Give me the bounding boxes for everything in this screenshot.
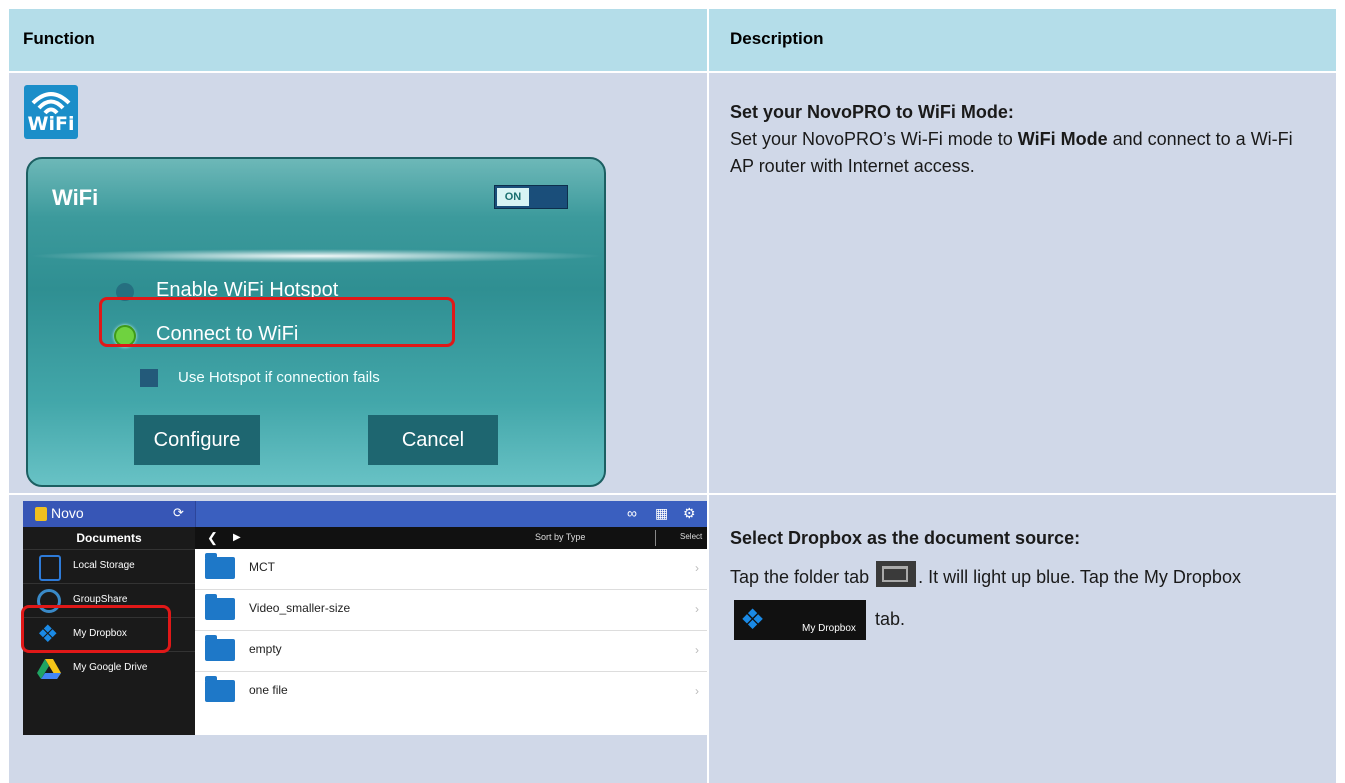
folder-icon — [205, 594, 235, 620]
list-item[interactable]: one file › — [195, 672, 709, 712]
file-name: Video_smaller-size — [249, 601, 351, 615]
sort-button[interactable]: Sort by Type — [535, 532, 585, 542]
file-name: empty — [249, 642, 282, 656]
description-title: Select Dropbox as the document source: — [730, 528, 1081, 548]
folder-icon — [205, 635, 235, 661]
browser-toolbar: ❮ ▶ Sort by Type Select — [195, 527, 709, 549]
description-text: Set your NovoPRO’s Wi-Fi mode to — [730, 129, 1018, 149]
wifi-icon-label: WiFi — [27, 113, 75, 135]
list-item[interactable]: Video_smaller-size › — [195, 590, 709, 631]
file-list: MCT › Video_smaller-size › empty › one f… — [195, 549, 709, 735]
table-row: Novo ⟳ ∞ ▦ ⚙ Documents Local Storage Gro… — [9, 495, 1336, 783]
chevron-right-icon: › — [695, 602, 699, 616]
sidebar-item-local-storage[interactable]: Local Storage — [23, 549, 195, 584]
chevron-right-icon: › — [695, 643, 699, 657]
dropbox-icon: ❖ — [740, 604, 766, 636]
dropbox-tab-label: My Dropbox — [802, 623, 856, 635]
back-icon[interactable]: ❮ — [207, 530, 218, 546]
table-row: WiFi WiFi ON Enable WiFi Hotspot Connect… — [9, 73, 1336, 493]
novo-logo-icon — [35, 507, 47, 521]
highlight-box — [99, 297, 455, 347]
header-description: Description — [730, 29, 824, 48]
column-divider — [707, 9, 709, 783]
select-button[interactable]: Select — [680, 532, 702, 541]
app-header: Novo ⟳ — [23, 501, 196, 527]
file-name: one file — [249, 683, 288, 697]
list-item[interactable]: empty › — [195, 631, 709, 672]
grid-icon[interactable]: ▦ — [655, 505, 668, 522]
link-icon[interactable]: ∞ — [627, 505, 637, 521]
description-text: tab. — [875, 609, 906, 629]
toggle-on-label: ON — [497, 188, 529, 206]
dialog-title: WiFi — [52, 185, 99, 210]
description-cell: Set your NovoPRO to WiFi Mode: Set your … — [730, 99, 1310, 180]
description-bold: WiFi Mode — [1017, 129, 1108, 149]
sidebar-item-label: Local Storage — [73, 560, 135, 571]
table-header: Function Description — [9, 9, 1336, 71]
sidebar-item-label: GroupShare — [73, 594, 128, 605]
description-cell: Select Dropbox as the document source: T… — [730, 525, 1310, 641]
folder-icon — [205, 676, 235, 702]
description-title: Set your NovoPRO to WiFi Mode: — [730, 102, 1014, 122]
function-table: Function Description WiFi WiFi ON Enable… — [9, 9, 1336, 783]
description-text: Tap the folder tab — [730, 567, 870, 587]
google-drive-icon — [37, 659, 61, 679]
gear-icon[interactable]: ⚙ — [683, 505, 696, 522]
chevron-right-icon: › — [695, 561, 699, 575]
dialog-divider — [28, 249, 604, 263]
tablet-icon — [39, 555, 61, 581]
wifi-icon: WiFi — [24, 85, 78, 139]
forward-icon[interactable]: ▶ — [233, 532, 241, 543]
folder-icon — [205, 553, 235, 579]
file-name: MCT — [249, 560, 275, 574]
app-name: Novo — [51, 505, 84, 521]
header-function: Function — [23, 29, 95, 48]
my-dropbox-tab-image: ❖ My Dropbox — [734, 600, 866, 641]
sidebar-header: Documents — [76, 531, 142, 545]
folder-tab-icon — [876, 561, 917, 587]
toolbar-divider — [655, 530, 656, 546]
description-text: . It will light up blue. Tap the My Drop… — [918, 567, 1241, 587]
highlight-box — [21, 605, 171, 653]
configure-button[interactable]: Configure — [134, 415, 260, 465]
cancel-button[interactable]: Cancel — [368, 415, 498, 465]
wifi-toggle[interactable]: ON — [494, 185, 568, 209]
sidebar-item-label: My Google Drive — [73, 662, 148, 673]
hotspot-fallback-checkbox[interactable] — [140, 369, 158, 387]
list-item[interactable]: MCT › — [195, 549, 709, 590]
chevron-right-icon: › — [695, 684, 699, 698]
sidebar-item-google-drive[interactable]: My Google Drive — [23, 651, 195, 686]
sync-icon[interactable]: ⟳ — [173, 505, 184, 521]
checkbox-label: Use Hotspot if connection fails — [178, 369, 380, 386]
